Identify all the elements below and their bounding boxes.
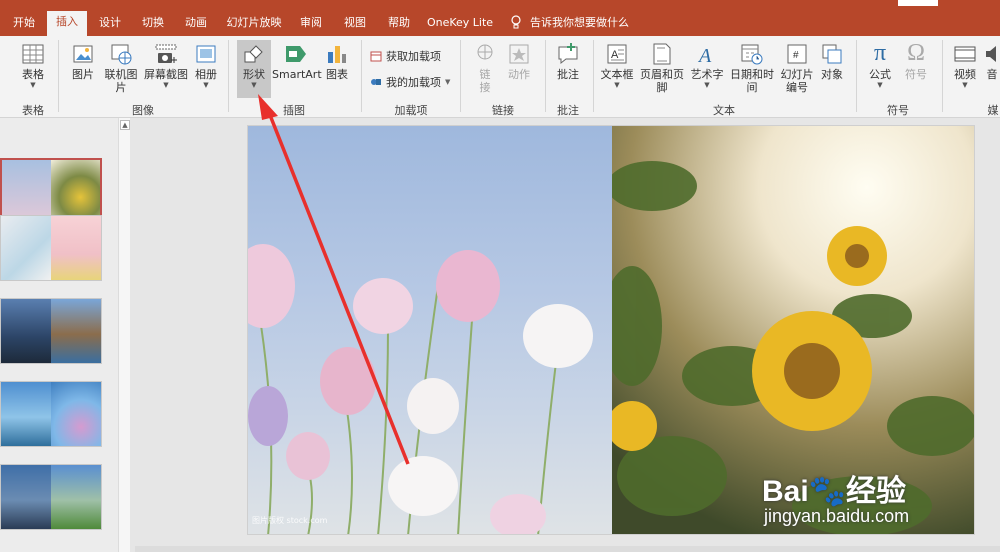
horizontal-scrollbar[interactable] [135, 546, 1000, 552]
annotation-arrow [258, 94, 410, 465]
